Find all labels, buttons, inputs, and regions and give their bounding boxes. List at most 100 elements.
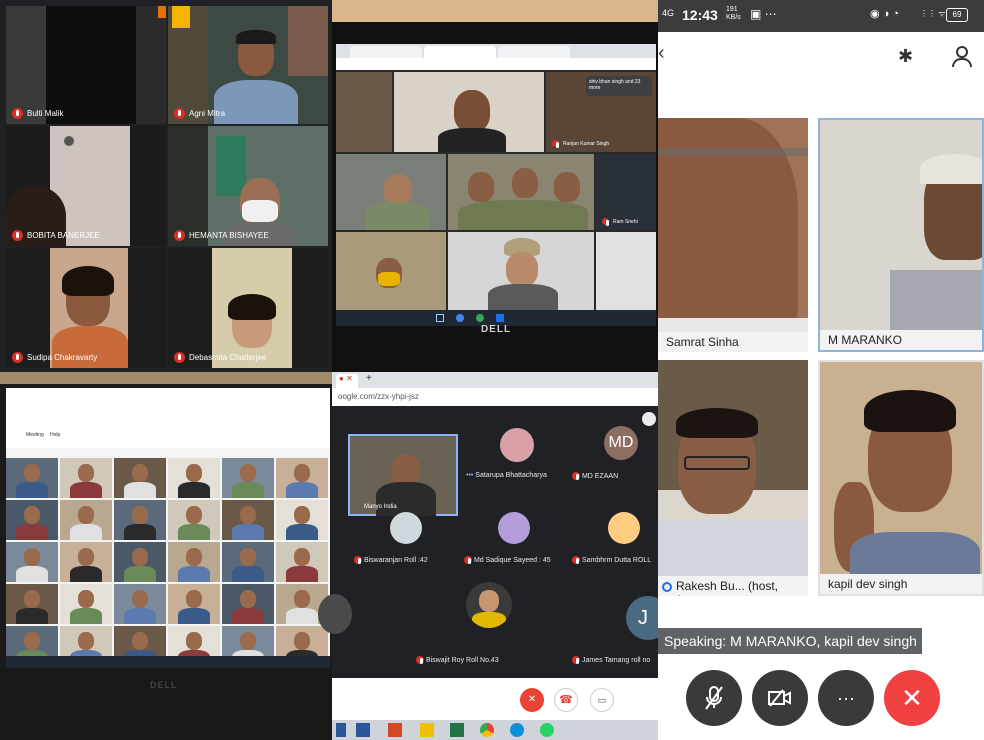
whatsapp-icon[interactable] <box>540 723 554 737</box>
taskbar <box>332 720 658 740</box>
participant-label: M MARANKO <box>820 330 982 350</box>
participant-label: Samrat Sinha <box>658 332 808 352</box>
video-tile[interactable]: Samrat Sinha <box>658 118 808 352</box>
participant-label: Biswajit Roy Roll No.43 <box>416 656 499 664</box>
video-tile[interactable] <box>222 500 274 540</box>
large-grid-panel: Meeting Help DELL <box>0 372 332 740</box>
video-tile[interactable] <box>60 542 112 582</box>
close-tab-icon[interactable]: ● ✕ <box>336 374 358 388</box>
video-tile[interactable]: BOBITA BANERJEE <box>6 126 166 246</box>
participant-label: Md Sadique Sayeed : 45 <box>464 556 551 564</box>
data-rate: 191 KB/s <box>726 6 741 21</box>
participants-popup: shiv bhan singh and 23 more <box>586 76 652 96</box>
stop-video-button[interactable] <box>752 670 808 726</box>
video-tile[interactable] <box>6 584 58 624</box>
video-tile[interactable] <box>6 500 58 540</box>
video-tile[interactable] <box>6 542 58 582</box>
video-tile[interactable]: Bulti Malik <box>6 6 166 124</box>
video-tile[interactable] <box>168 584 220 624</box>
avatar <box>390 512 422 544</box>
close-icon: ✕ <box>901 682 923 713</box>
video-tile[interactable] <box>276 542 328 582</box>
video-tile[interactable] <box>448 154 594 230</box>
video-tile[interactable] <box>168 500 220 540</box>
mic-off-icon[interactable]: ✕ <box>520 688 544 712</box>
mic-off-icon <box>572 656 580 664</box>
video-tile[interactable] <box>336 232 446 310</box>
chrome-icon[interactable] <box>480 723 494 737</box>
video-tile[interactable]: HEMANTA BISHAYEE <box>168 126 328 246</box>
folder-icon[interactable] <box>420 723 434 737</box>
participant-label: Sudipa Chakravarty <box>12 352 97 363</box>
word-icon[interactable] <box>356 723 370 737</box>
video-tile[interactable]: Agni Mitra <box>168 6 328 124</box>
participants-icon[interactable] <box>952 46 976 68</box>
video-tile[interactable] <box>448 232 594 310</box>
end-call-button[interactable]: ✕ <box>884 670 940 726</box>
participant-label: MD EZAAN <box>572 472 618 480</box>
powerpoint-icon[interactable] <box>388 723 402 737</box>
mic-off-icon <box>464 556 472 564</box>
signal-icon: 4G <box>662 8 675 18</box>
video-tile[interactable]: shiv bhan singh and 23 more Ranjan Kumar… <box>546 72 656 152</box>
address-bar[interactable]: oogle.com/zzx-yhpi-jsz <box>332 388 658 406</box>
participant-label: Bulti Malik <box>12 108 63 119</box>
video-tile[interactable] <box>6 458 58 498</box>
participant-label: kapil dev singh <box>820 574 982 594</box>
video-tile[interactable] <box>222 542 274 582</box>
menu-help[interactable]: Help <box>50 432 60 438</box>
camera-icon[interactable]: ▭ <box>590 688 614 712</box>
avatar <box>466 582 512 628</box>
taskbar <box>6 656 330 668</box>
bluetooth-icon[interactable]: ✱ <box>898 46 913 67</box>
video-tile[interactable] <box>114 584 166 624</box>
video-tile[interactable] <box>276 458 328 498</box>
video-tile[interactable] <box>222 584 274 624</box>
video-tile[interactable] <box>222 458 274 498</box>
laptop-screen: Meeting Help <box>6 388 330 668</box>
collage: Bulti Malik Agni Mitra BOBITA BANERJEE H… <box>0 0 984 740</box>
video-tile[interactable] <box>114 542 166 582</box>
address-bar[interactable] <box>336 58 656 70</box>
video-tile[interactable] <box>168 458 220 498</box>
menu-meeting[interactable]: Meeting <box>26 432 44 438</box>
video-tile[interactable]: Manyo India <box>348 434 458 516</box>
meet-stage: Manyo India ••• Satarupa Bhattacharya MD… <box>318 406 670 678</box>
video-tile[interactable] <box>276 500 328 540</box>
edge-icon[interactable] <box>510 723 524 737</box>
video-tile[interactable]: Ram Snehi <box>596 154 656 230</box>
video-tile[interactable]: Rakesh Bu... (host, me) <box>658 360 808 596</box>
video-tile[interactable] <box>336 154 446 230</box>
video-tile[interactable]: M MARANKO <box>818 118 984 352</box>
video-tile[interactable] <box>60 584 112 624</box>
mic-off-icon <box>416 656 424 664</box>
video-tile[interactable] <box>60 500 112 540</box>
mute-mic-button[interactable] <box>686 670 742 726</box>
mic-off-icon <box>174 230 185 241</box>
participant-label: Sambhrm Dutta ROLL <box>572 556 651 564</box>
mic-off-icon <box>572 556 580 564</box>
more-icon: ··· <box>837 687 855 708</box>
video-tile[interactable] <box>394 72 544 152</box>
video-off-icon <box>768 689 791 707</box>
excel-icon[interactable] <box>450 723 464 737</box>
video-tile[interactable]: kapil dev singh <box>818 360 984 596</box>
mic-off-icon <box>12 108 23 119</box>
participant-label: James Tamang roll no <box>572 656 650 664</box>
hang-up-icon[interactable]: ☎ <box>554 688 578 712</box>
video-tile[interactable] <box>114 500 166 540</box>
more-button[interactable]: ··· <box>818 670 874 726</box>
mic-off-icon <box>552 140 559 148</box>
volte-icon: ⋮⋮ ᯤ <box>920 9 946 18</box>
back-icon[interactable]: ‹ <box>658 42 665 65</box>
browser-tabs <box>336 44 656 58</box>
video-tile[interactable] <box>60 458 112 498</box>
laptop-brand-logo: DELL <box>150 680 178 690</box>
participant-label: BOBITA BANERJEE <box>12 230 100 241</box>
new-tab-icon[interactable]: + <box>366 373 372 384</box>
video-tile[interactable] <box>168 542 220 582</box>
video-tile[interactable]: Debasmita Chatterjee <box>168 248 328 368</box>
video-tile[interactable] <box>114 458 166 498</box>
video-tile[interactable]: Sudipa Chakravarty <box>6 248 166 368</box>
participant-grid <box>6 458 330 668</box>
